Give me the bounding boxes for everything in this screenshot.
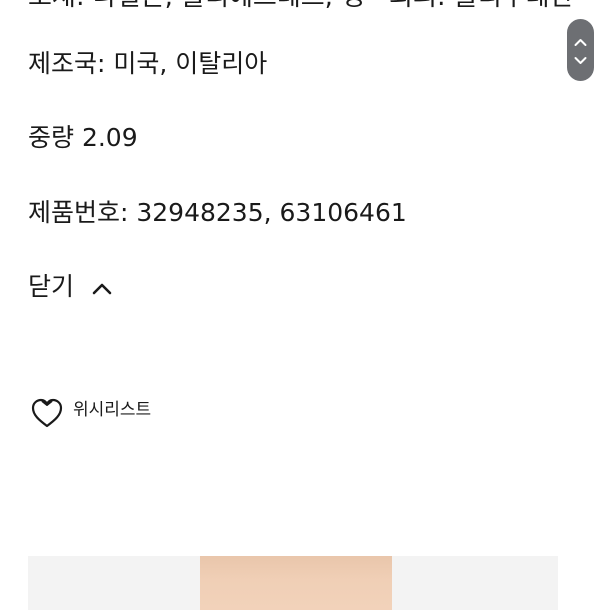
scroll-control[interactable] (567, 19, 594, 81)
chevron-up-icon (574, 39, 587, 46)
close-details-button[interactable]: 닫기 (28, 272, 112, 302)
product-number: 제품번호: 32948235, 63106461 (28, 198, 407, 227)
product-image[interactable] (28, 556, 558, 610)
material-line: 소재: 나일론, 폴리에스테르, 정ㆍ외피: 폴리우레탄 (28, 0, 574, 10)
heart-icon (30, 396, 64, 430)
country-of-origin: 제조국: 미국, 이탈리아 (28, 49, 268, 78)
wishlist-button[interactable]: 위시리스트 (30, 396, 151, 430)
chevron-up-icon (92, 280, 112, 295)
product-detail-page: 소재: 나일론, 폴리에스테르, 정ㆍ외피: 폴리우레탄 제조국: 미국, 이탈… (0, 0, 610, 610)
chevron-down-icon (574, 57, 587, 64)
wishlist-label: 위시리스트 (73, 400, 152, 420)
product-photo-skin (200, 556, 392, 610)
weight: 중량 2.09 (28, 123, 138, 152)
close-details-label: 닫기 (28, 272, 75, 301)
